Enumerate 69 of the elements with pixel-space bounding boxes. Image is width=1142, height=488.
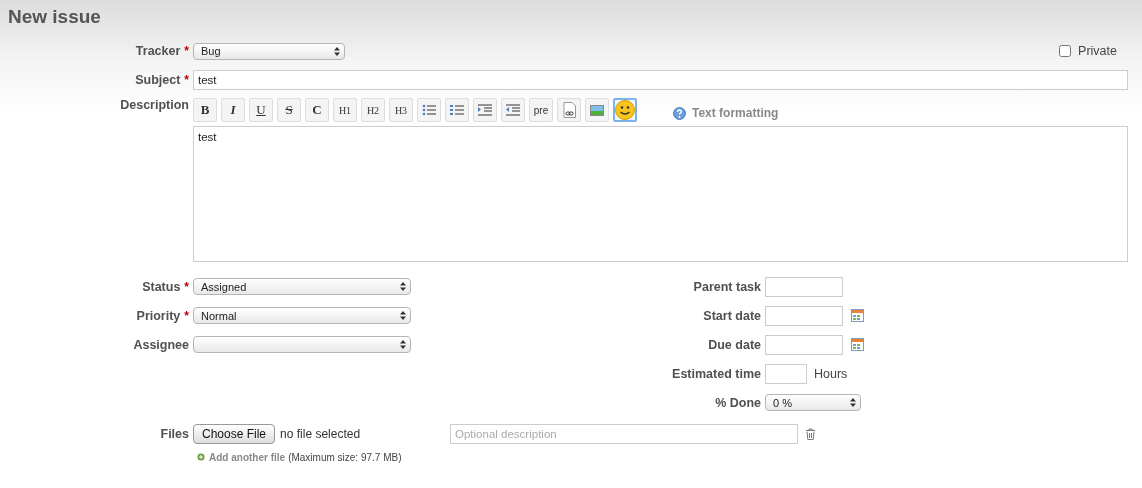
field-label: Assignee [133,337,189,352]
toolbar-button[interactable]: U [249,98,273,122]
text-formatting-link[interactable]: Text formatting [692,106,779,120]
text-field[interactable] [765,276,843,297]
add-another-file-link[interactable]: Add another file [209,451,286,463]
hours-unit: Hours [814,366,848,381]
indent-icon [478,104,492,116]
bulleted-list-icon [422,104,436,116]
subject-field[interactable]: test [193,70,1128,90]
private-checkbox[interactable] [1059,45,1072,57]
link-page-icon [562,102,576,118]
file-status: no file selected [280,427,362,441]
numbered-list-icon [450,104,464,116]
field-label: Priority [136,308,181,323]
field-label: Start date [703,308,761,323]
image-icon [590,104,604,116]
dropdown-arrows-icon [400,282,406,291]
field-label: Subject [135,73,181,87]
dropdown-arrows-icon [850,398,856,407]
page-title: New issue [7,5,102,29]
outdent-icon [506,104,520,116]
done-select[interactable]: 0 % [765,394,861,411]
required-marker: * [184,279,189,294]
smiley-icon [615,100,635,120]
dropdown-select[interactable]: Assigned [193,278,411,295]
field-label: Files [160,427,189,441]
calendar-icon[interactable] [851,338,864,351]
toolbar-button[interactable] [445,98,469,122]
dropdown-arrows-icon [334,46,340,56]
help-icon [673,106,686,120]
date-field[interactable] [765,305,843,326]
field-label: % Done [715,395,761,410]
toolbar-button[interactable] [417,98,441,122]
max-size-note: (Maximum size: 97.7 MB) [288,451,402,463]
hours-field[interactable] [765,363,807,384]
dropdown-select[interactable] [193,336,411,353]
trash-icon[interactable] [805,428,817,440]
required-marker: * [184,73,189,87]
required-marker: * [184,44,189,58]
field-label: Parent task [693,279,761,294]
dropdown-arrows-icon [400,340,406,349]
toolbar-button[interactable] [473,98,497,122]
toolbar-button[interactable]: S [277,98,301,122]
toolbar-button[interactable]: C [305,98,329,122]
required-marker: * [184,308,189,323]
toolbar-button[interactable] [557,98,581,122]
toolbar-button[interactable]: pre [529,98,553,122]
field-label: Status [142,279,181,294]
field-label: Tracker [135,44,181,58]
toolbar-button[interactable] [585,98,609,122]
toolbar-button[interactable]: B [193,98,217,122]
toolbar-button[interactable]: H3 [389,98,413,122]
private-label: Private [1078,44,1117,58]
tracker-select[interactable]: Bug [193,42,345,60]
add-icon [197,453,205,461]
toolbar-button[interactable] [501,98,525,122]
toolbar-button[interactable]: H2 [361,98,385,122]
date-field[interactable] [765,334,843,355]
toolbar-button[interactable] [613,98,637,122]
toolbar-button[interactable]: H1 [333,98,357,122]
dropdown-select[interactable]: Normal [193,307,411,324]
calendar-icon[interactable] [851,309,864,322]
dropdown-arrows-icon [400,311,406,320]
field-label: Estimated time [672,366,761,381]
description-field[interactable]: test [193,126,1128,262]
choose-file-button[interactable]: Choose File [193,424,276,444]
toolbar-button[interactable]: I [221,98,245,122]
field-label: Description [120,98,189,112]
field-label: Due date [708,337,761,352]
